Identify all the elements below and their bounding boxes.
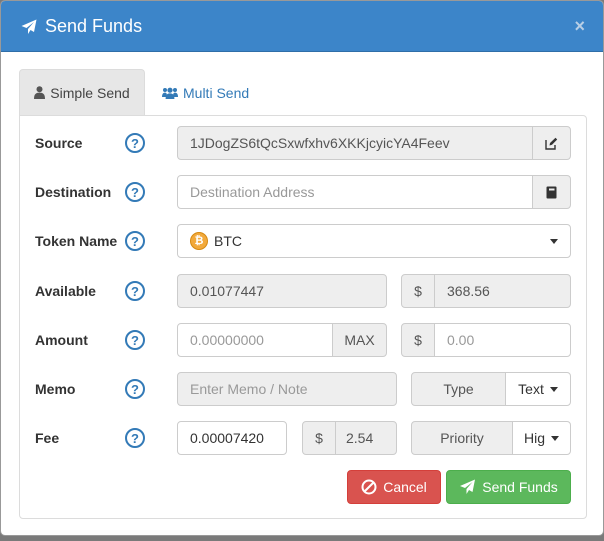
paper-plane-icon: [21, 19, 37, 34]
amount-usd-input[interactable]: [435, 324, 570, 356]
amount-field[interactable]: [177, 323, 333, 357]
edit-source-button[interactable]: [532, 126, 571, 160]
memo-type-dropdown[interactable]: Text: [505, 372, 571, 406]
fee-label: Fee: [35, 430, 60, 446]
amount-currency-addon: $: [401, 323, 435, 357]
fee-usd-field: 2.54: [335, 421, 397, 455]
destination-field[interactable]: [177, 175, 533, 209]
token-name-label: Token Name: [35, 233, 118, 249]
amount-label: Amount: [35, 332, 88, 348]
chevron-down-icon: [550, 238, 558, 244]
token-select[interactable]: ₿ BTC: [177, 224, 571, 258]
fee-help-icon[interactable]: ?: [125, 428, 145, 448]
priority-label: Priority: [411, 421, 513, 455]
address-book-button[interactable]: [532, 175, 571, 209]
priority-value: Hig: [523, 430, 545, 446]
amount-usd-field[interactable]: [434, 323, 571, 357]
send-funds-label: Send Funds: [482, 479, 558, 495]
modal-title: Send Funds: [21, 16, 142, 37]
amount-help-icon[interactable]: ?: [125, 330, 145, 350]
modal-title-text: Send Funds: [45, 16, 143, 36]
available-help-icon[interactable]: ?: [125, 281, 145, 301]
address-book-icon: [546, 186, 557, 198]
fee-usd-value: 2.54: [346, 430, 374, 446]
tab-multi-send-label: Multi Send: [183, 84, 250, 101]
modal-header: Send Funds ×: [1, 1, 603, 52]
tab-simple-send-label: Simple Send: [50, 84, 130, 101]
send-funds-button[interactable]: Send Funds: [446, 470, 571, 504]
memo-type-label: Type: [411, 372, 506, 406]
fee-field[interactable]: [177, 421, 287, 455]
tab-simple-send[interactable]: Simple Send: [19, 69, 145, 115]
token-selected: ₿ BTC: [178, 232, 242, 250]
bitcoin-icon: ₿: [190, 232, 208, 250]
destination-input[interactable]: [178, 176, 532, 208]
send-tabs: Simple Send Multi Send: [19, 69, 266, 115]
chevron-down-icon: [549, 386, 558, 392]
destination-label: Destination: [35, 184, 112, 200]
amount-input[interactable]: [178, 324, 332, 356]
cancel-button[interactable]: Cancel: [347, 470, 441, 504]
memo-type-value: Text: [518, 381, 544, 397]
available-usd-value: 368.56: [447, 283, 490, 299]
user-icon: [34, 86, 46, 99]
users-icon: [162, 87, 178, 99]
tab-multi-send[interactable]: Multi Send: [145, 69, 266, 115]
token-value: BTC: [214, 233, 242, 249]
close-button[interactable]: ×: [574, 17, 585, 35]
chevron-down-icon: [551, 435, 559, 441]
fee-input[interactable]: [178, 422, 286, 454]
source-value: 1JDogZS6tQcSxwfxhv6XKKjcyicYA4Feev: [190, 135, 450, 151]
memo-input[interactable]: [178, 373, 396, 405]
source-label: Source: [35, 135, 83, 151]
source-help-icon[interactable]: ?: [125, 133, 145, 153]
fee-currency-addon: $: [302, 421, 336, 455]
edit-icon: [545, 137, 558, 150]
paper-plane-icon: [460, 479, 476, 494]
cancel-label: Cancel: [383, 479, 427, 495]
priority-dropdown[interactable]: Hig: [512, 421, 571, 455]
memo-field[interactable]: [177, 372, 397, 406]
available-value: 0.01077447: [190, 283, 264, 299]
available-field: 0.01077447: [177, 274, 387, 308]
available-usd-field: 368.56: [434, 274, 571, 308]
memo-label: Memo: [35, 381, 76, 397]
max-button[interactable]: MAX: [332, 323, 387, 357]
memo-help-icon[interactable]: ?: [125, 379, 145, 399]
send-funds-modal: Send Funds × Simple Send Multi Send Sour…: [0, 0, 604, 536]
ban-icon: [361, 479, 377, 495]
available-label: Available: [35, 283, 96, 299]
available-currency-addon: $: [401, 274, 435, 308]
destination-help-icon[interactable]: ?: [125, 182, 145, 202]
source-field[interactable]: 1JDogZS6tQcSxwfxhv6XKKjcyicYA4Feev: [177, 126, 533, 160]
token-help-icon[interactable]: ?: [125, 231, 145, 251]
